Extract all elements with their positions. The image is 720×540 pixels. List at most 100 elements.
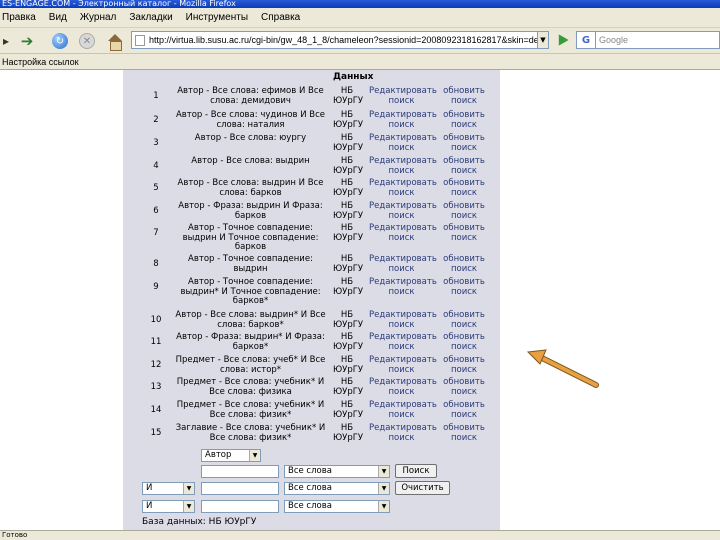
search-button[interactable]: Поиск (395, 464, 437, 478)
clear-button[interactable]: Очистить (395, 481, 450, 495)
edit-search-link[interactable]: Редактировать поиск (369, 355, 437, 375)
chevron-down-icon: ▼ (378, 466, 389, 477)
menu-tools[interactable]: Инструменты (186, 12, 248, 23)
row-number: 13 (150, 382, 162, 392)
edit-search-link[interactable]: Редактировать поиск (369, 156, 437, 176)
field-select[interactable]: Автор ▼ (201, 449, 261, 462)
row-number: 11 (150, 337, 162, 347)
mode-select-1[interactable]: Все слова ▼ (284, 465, 390, 478)
table-row: 7 Автор - Точное совпадение: выдрин И Точ… (123, 223, 500, 251)
query-text: Автор - Все слова: юургу (194, 133, 307, 143)
database-name: НБ ЮУрГУ (333, 423, 364, 443)
forward-button[interactable]: ➔ (18, 32, 36, 50)
edit-search-link[interactable]: Редактировать поиск (369, 178, 437, 198)
update-search-link[interactable]: обновить поиск (441, 201, 487, 221)
row-number: 9 (153, 282, 159, 292)
search-engine-selector[interactable]: G (576, 31, 596, 49)
search-term-input-1[interactable] (201, 465, 279, 478)
database-name: НБ ЮУрГУ (333, 133, 364, 153)
update-search-link[interactable]: обновить поиск (441, 423, 487, 443)
query-text: Автор - Точное совпадение: выдрин И Точн… (182, 223, 319, 252)
update-search-link[interactable]: обновить поиск (441, 254, 487, 274)
update-search-link[interactable]: обновить поиск (441, 332, 487, 352)
mode-select-3-value: Все слова (288, 501, 332, 511)
boolean-select-3[interactable]: И ▼ (142, 500, 195, 513)
query-text: Автор - Все слова: выдрин (191, 156, 310, 166)
update-search-link[interactable]: обновить поиск (441, 355, 487, 375)
query-text: Автор - Все слова: выдрин* И Все слова: … (175, 310, 326, 330)
query-text: Автор - Точное совпадение: выдрин* И Точ… (180, 277, 321, 306)
database-name: НБ ЮУрГУ (333, 223, 364, 243)
go-button[interactable] (553, 31, 571, 49)
table-row: 6 Автор - Фраза: выдрин И Фраза: барков НБ… (123, 201, 500, 223)
edit-search-link[interactable]: Редактировать поиск (369, 423, 437, 443)
update-search-link[interactable]: обновить поиск (441, 110, 487, 130)
search-term-input-3[interactable] (201, 500, 279, 513)
menu-view[interactable]: Вид (49, 12, 67, 23)
table-row: 2 Автор - Все слова: чудинов И Все слова:… (123, 110, 500, 132)
menu-history[interactable]: Журнал (80, 12, 117, 23)
update-search-link[interactable]: обновить поиск (441, 400, 487, 420)
update-search-link[interactable]: обновить поиск (441, 156, 487, 176)
update-search-link[interactable]: обновить поиск (441, 133, 487, 153)
database-name: НБ ЮУрГУ (333, 178, 364, 198)
edit-search-link[interactable]: Редактировать поиск (369, 110, 437, 130)
search-term-input-2[interactable] (201, 482, 279, 495)
update-search-link[interactable]: обновить поиск (441, 277, 487, 297)
field-select-value: Автор (205, 450, 232, 460)
table-row: 13 Предмет - Все слова: учебник* И Все сл… (123, 377, 500, 399)
chevron-down-icon: ▼ (249, 450, 260, 461)
menu-edit[interactable]: Правка (2, 12, 36, 23)
update-search-link[interactable]: обновить поиск (441, 223, 487, 243)
table-row: 9 Автор - Точное совпадение: выдрин* И То… (123, 277, 500, 305)
column-header-database: Данных (333, 72, 374, 82)
database-name: НБ ЮУрГУ (333, 277, 364, 297)
table-row: 14 Предмет - Все слова: учебник* И Все сл… (123, 400, 500, 422)
row-number: 6 (153, 206, 159, 216)
row-number: 10 (150, 315, 162, 325)
update-search-link[interactable]: обновить поиск (441, 377, 487, 397)
home-icon (107, 33, 123, 51)
mode-select-2[interactable]: Все слова ▼ (284, 482, 390, 495)
mode-select-3[interactable]: Все слова ▼ (284, 500, 390, 513)
home-button[interactable] (105, 32, 125, 51)
edit-search-link[interactable]: Редактировать поиск (369, 332, 437, 352)
web-search-input[interactable]: Google (596, 31, 720, 49)
edit-search-link[interactable]: Редактировать поиск (369, 201, 437, 221)
update-search-link[interactable]: обновить поиск (441, 310, 487, 330)
status-text: Готово (2, 531, 28, 539)
menu-bookmarks[interactable]: Закладки (129, 12, 172, 23)
edit-search-link[interactable]: Редактировать поиск (369, 86, 437, 106)
edit-search-link[interactable]: Редактировать поиск (369, 133, 437, 153)
query-text: Автор - Все слова: ефимов И Все слова: д… (177, 86, 324, 106)
query-text: Предмет - Все слова: учебник* И Все слов… (176, 400, 325, 420)
edit-search-link[interactable]: Редактировать поиск (369, 223, 437, 243)
query-text: Автор - Все слова: чудинов И Все слова: … (175, 110, 326, 130)
table-row: 3 Автор - Все слова: юургу НБ ЮУрГУ Редакти… (123, 133, 500, 155)
url-text: http://virtua.lib.susu.ac.ru/cgi-bin/gw_… (149, 35, 547, 45)
url-bar[interactable]: http://virtua.lib.susu.ac.ru/cgi-bin/gw_… (131, 31, 547, 49)
back-button[interactable]: ▸ (0, 32, 12, 50)
query-text: Автор - Все слова: выдрин И Все слова: б… (177, 178, 324, 198)
edit-search-link[interactable]: Редактировать поиск (369, 377, 437, 397)
row-number: 4 (153, 161, 159, 171)
bookmark-customize-links[interactable]: Настройка ссылок (2, 57, 79, 67)
update-search-link[interactable]: обновить поиск (441, 86, 487, 106)
database-name: НБ ЮУрГУ (333, 254, 364, 274)
menu-help[interactable]: Справка (261, 12, 300, 23)
annotation-arrow-icon (526, 349, 599, 388)
reload-button[interactable]: ↻ (50, 32, 70, 50)
chevron-down-icon: ▼ (183, 501, 194, 512)
query-text: Автор - Точное совпадение: выдрин (188, 254, 313, 274)
database-name: НБ ЮУрГУ (333, 400, 364, 420)
row-number: 15 (150, 428, 162, 438)
edit-search-link[interactable]: Редактировать поиск (369, 310, 437, 330)
update-search-link[interactable]: обновить поиск (441, 178, 487, 198)
edit-search-link[interactable]: Редактировать поиск (369, 277, 437, 297)
stop-button[interactable]: ✕ (77, 32, 97, 50)
boolean-select-2[interactable]: И ▼ (142, 482, 195, 495)
url-history-dropdown[interactable]: ▼ (537, 31, 549, 49)
edit-search-link[interactable]: Редактировать поиск (369, 254, 437, 274)
table-row: 12 Предмет - Все слова: учеб* И Все слова… (123, 355, 500, 377)
edit-search-link[interactable]: Редактировать поиск (369, 400, 437, 420)
